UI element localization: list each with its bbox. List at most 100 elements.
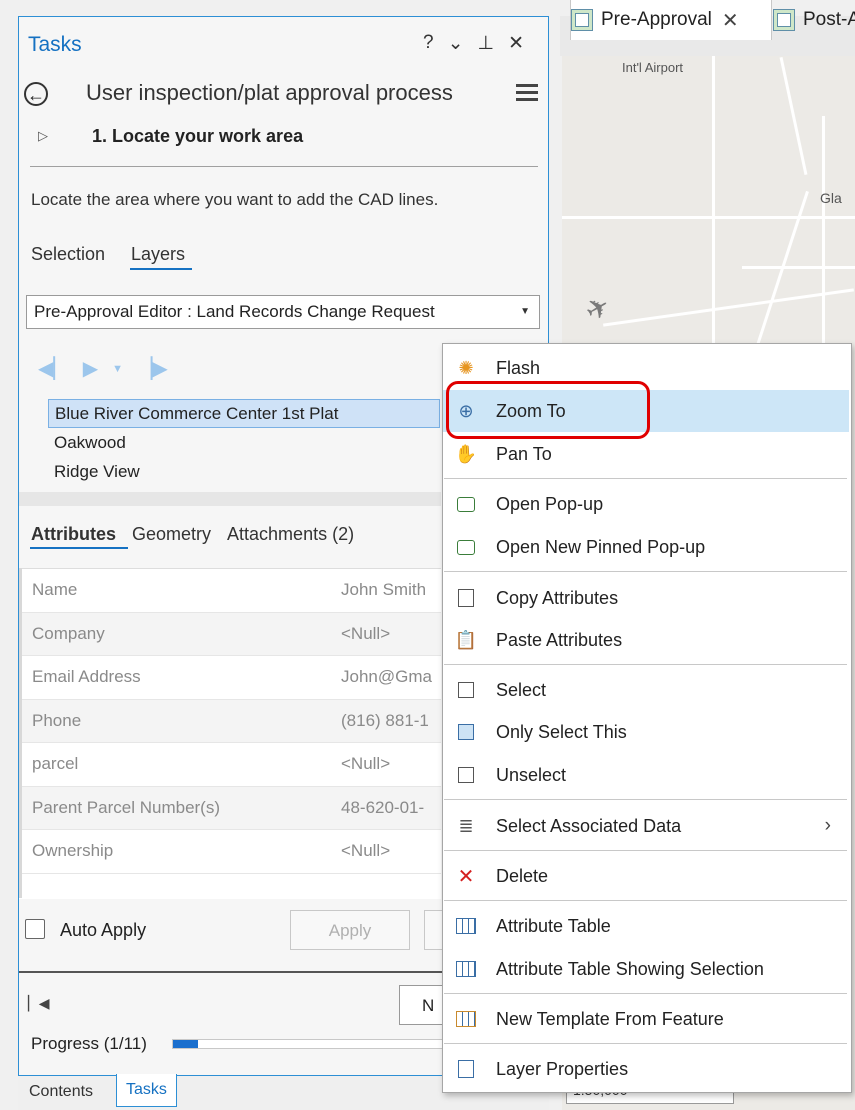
apply-button[interactable]: Apply	[290, 910, 410, 950]
tab-selection[interactable]: Selection	[31, 244, 105, 265]
feature-list: Blue River Commerce Center 1st Plat Oakw…	[48, 399, 440, 486]
pane-controls: ? ⌄ ⊥ ✕	[423, 32, 524, 55]
table-row[interactable]: Parent Parcel Number(s) 48-620-01-	[19, 786, 441, 830]
table-row[interactable]: Company <Null>	[19, 612, 441, 656]
field-value[interactable]: John@Gma	[341, 667, 432, 687]
menu-item-open-pinned-popup[interactable]: Open New Pinned Pop-up	[443, 526, 849, 568]
table-row[interactable]: Email Address John@Gma	[19, 656, 441, 700]
close-icon[interactable]: ✕	[722, 8, 739, 33]
attribute-table: Name John Smith Company <Null> Email Addre…	[19, 568, 441, 899]
active-tab-underline	[130, 268, 192, 270]
previous-feature-icon[interactable]: ◀▏	[38, 356, 69, 381]
paste-icon: 📋	[454, 629, 478, 650]
menu-item-unselect[interactable]: Unselect	[443, 754, 849, 796]
progress-bar	[172, 1039, 452, 1049]
field-name: Phone	[32, 710, 82, 730]
task-name: User inspection/plat approval process	[86, 80, 453, 105]
field-value[interactable]: <Null>	[341, 754, 390, 774]
menu-item-delete[interactable]: ✕ Delete	[443, 855, 849, 897]
splitter[interactable]	[19, 492, 441, 506]
next-feature-icon[interactable]: ▕▶	[137, 356, 168, 381]
menu-item-label: Open New Pinned Pop-up	[496, 536, 706, 557]
menu-item-copy-attributes[interactable]: Copy Attributes	[443, 577, 849, 619]
field-name: Email Address	[32, 667, 141, 686]
menu-item-attribute-table-selection[interactable]: Attribute Table Showing Selection	[443, 948, 849, 990]
tab-attachments[interactable]: Attachments (2)	[227, 524, 354, 545]
map-tab-label: Pre-Approval	[601, 9, 712, 30]
template-icon	[455, 1008, 477, 1030]
menu-separator	[444, 664, 847, 665]
map-label-gla: Gla	[820, 190, 842, 206]
menu-item-select[interactable]: Select	[443, 669, 849, 711]
menu-item-select-associated-data[interactable]: ≣ Select Associated Data ›	[443, 805, 849, 847]
table-row[interactable]: Ownership <Null>	[19, 830, 441, 874]
menu-item-layer-properties[interactable]: Layer Properties	[443, 1048, 849, 1090]
close-icon[interactable]: ✕	[508, 32, 524, 55]
highlight-callout	[446, 381, 650, 439]
pin-icon[interactable]: ⊥	[478, 32, 495, 55]
row-selector-strip	[19, 568, 22, 898]
back-arrow-icon[interactable]: ←	[24, 82, 48, 106]
field-name: Parent Parcel Number(s)	[32, 797, 221, 817]
list-item[interactable]: Oakwood	[48, 428, 440, 457]
map-tab-pre-approval[interactable]: Pre-Approval ✕	[570, 0, 772, 40]
field-name: Ownership	[32, 841, 114, 860]
active-tab-underline	[30, 547, 128, 549]
auto-apply-checkbox[interactable]	[25, 919, 45, 939]
menu-item-label: Select	[496, 679, 547, 700]
menu-icon[interactable]	[516, 84, 538, 105]
nav-dropdown-icon[interactable]: ▼	[112, 363, 123, 375]
map-tab-post-approval[interactable]: Post-A	[773, 0, 855, 40]
chevron-right-icon: ›	[824, 815, 831, 836]
menu-item-label: Delete	[496, 865, 549, 886]
menu-item-pan-to[interactable]: ✋ Pan To	[443, 433, 849, 475]
menu-item-paste-attributes[interactable]: 📋 Paste Attributes	[443, 619, 849, 661]
play-icon[interactable]: ▶	[83, 356, 98, 381]
unselect-icon	[455, 764, 477, 786]
field-value[interactable]: <Null>	[341, 624, 390, 644]
table-row[interactable]: Name John Smith	[19, 569, 441, 613]
chevron-down-icon[interactable]: ⌄	[448, 32, 464, 55]
menu-separator	[444, 571, 847, 572]
menu-item-new-template[interactable]: New Template From Feature	[443, 998, 849, 1040]
list-item[interactable]: Ridge View	[48, 457, 440, 486]
properties-icon	[455, 1058, 477, 1080]
menu-item-only-select-this[interactable]: Only Select This	[443, 711, 849, 753]
field-name: parcel	[32, 754, 79, 773]
table-row[interactable]: Phone (816) 881-1	[19, 699, 441, 743]
menu-item-label: Layer Properties	[496, 1058, 629, 1079]
step-instruction: Locate the area where you want to add th…	[31, 190, 439, 209]
field-name: Name	[32, 580, 78, 599]
tab-geometry[interactable]: Geometry	[132, 524, 211, 545]
tab-contents[interactable]: Contents	[20, 1076, 102, 1108]
tab-tasks[interactable]: Tasks	[116, 1074, 177, 1107]
tab-layers[interactable]: Layers	[131, 244, 185, 265]
menu-separator	[444, 478, 847, 479]
pan-to-icon: ✋	[454, 443, 478, 464]
help-icon[interactable]: ?	[423, 32, 434, 55]
list-item[interactable]: Blue River Commerce Center 1st Plat	[48, 399, 440, 428]
map-label-airport: Int'l Airport	[622, 60, 684, 75]
select-icon	[455, 679, 477, 701]
field-value[interactable]: 48-620-01-	[341, 798, 424, 818]
menu-item-label: Attribute Table Showing Selection	[496, 958, 764, 979]
layer-dropdown[interactable]: Pre-Approval Editor : Land Records Chang…	[26, 295, 540, 329]
table-row[interactable]: parcel <Null>	[19, 743, 441, 787]
field-value[interactable]: John Smith	[341, 580, 426, 600]
progress-label: Progress (1/11)	[31, 1034, 147, 1053]
tab-attributes[interactable]: Attributes	[31, 524, 116, 545]
first-step-icon[interactable]: ▏◀	[28, 995, 50, 1012]
field-value[interactable]: <Null>	[341, 841, 390, 861]
menu-separator	[444, 850, 847, 851]
associated-data-icon: ≣	[458, 815, 474, 836]
field-value[interactable]: (816) 881-1	[341, 711, 429, 731]
expand-icon[interactable]: ▷	[38, 128, 48, 144]
dropdown-caret-icon: ▼	[520, 306, 530, 317]
auto-apply-label: Auto Apply	[60, 920, 147, 940]
menu-item-attribute-table[interactable]: Attribute Table	[443, 905, 849, 947]
menu-item-label: Only Select This	[496, 721, 627, 742]
feature-navigation: ◀▏ ▶ ▼ ▕▶	[38, 356, 168, 381]
divider	[19, 971, 449, 973]
menu-item-open-popup[interactable]: Open Pop-up	[443, 483, 849, 525]
copy-icon	[455, 587, 477, 609]
